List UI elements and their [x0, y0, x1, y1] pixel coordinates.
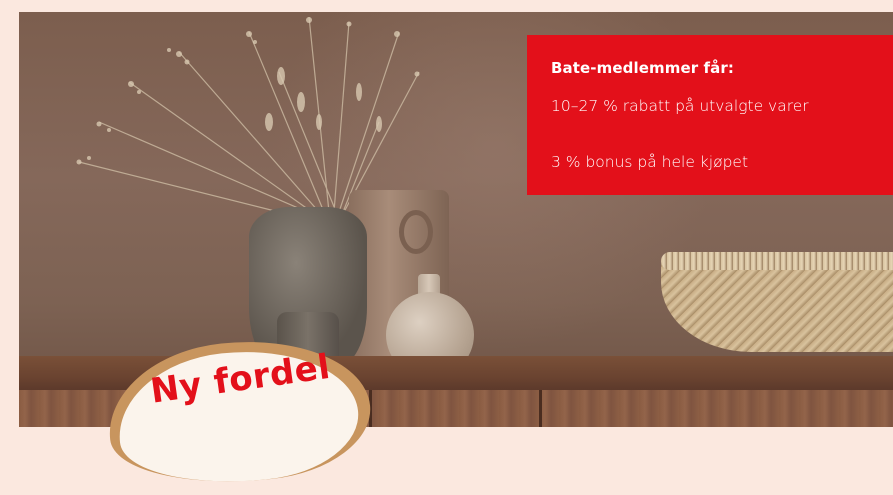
vase-handle [399, 210, 433, 254]
benefit-bonus: 3 % bonus på hele kjøpet [551, 153, 749, 171]
woven-basket [661, 256, 893, 352]
benefits-title: Bate-medlemmer får: [551, 59, 734, 77]
sideboard-door-gap [539, 390, 542, 427]
benefit-discount: 10–27 % rabatt på utvalgte varer [551, 97, 809, 115]
member-benefits-box: Bate-medlemmer får: 10–27 % rabatt på ut… [527, 35, 893, 195]
basket-rim [661, 252, 893, 270]
